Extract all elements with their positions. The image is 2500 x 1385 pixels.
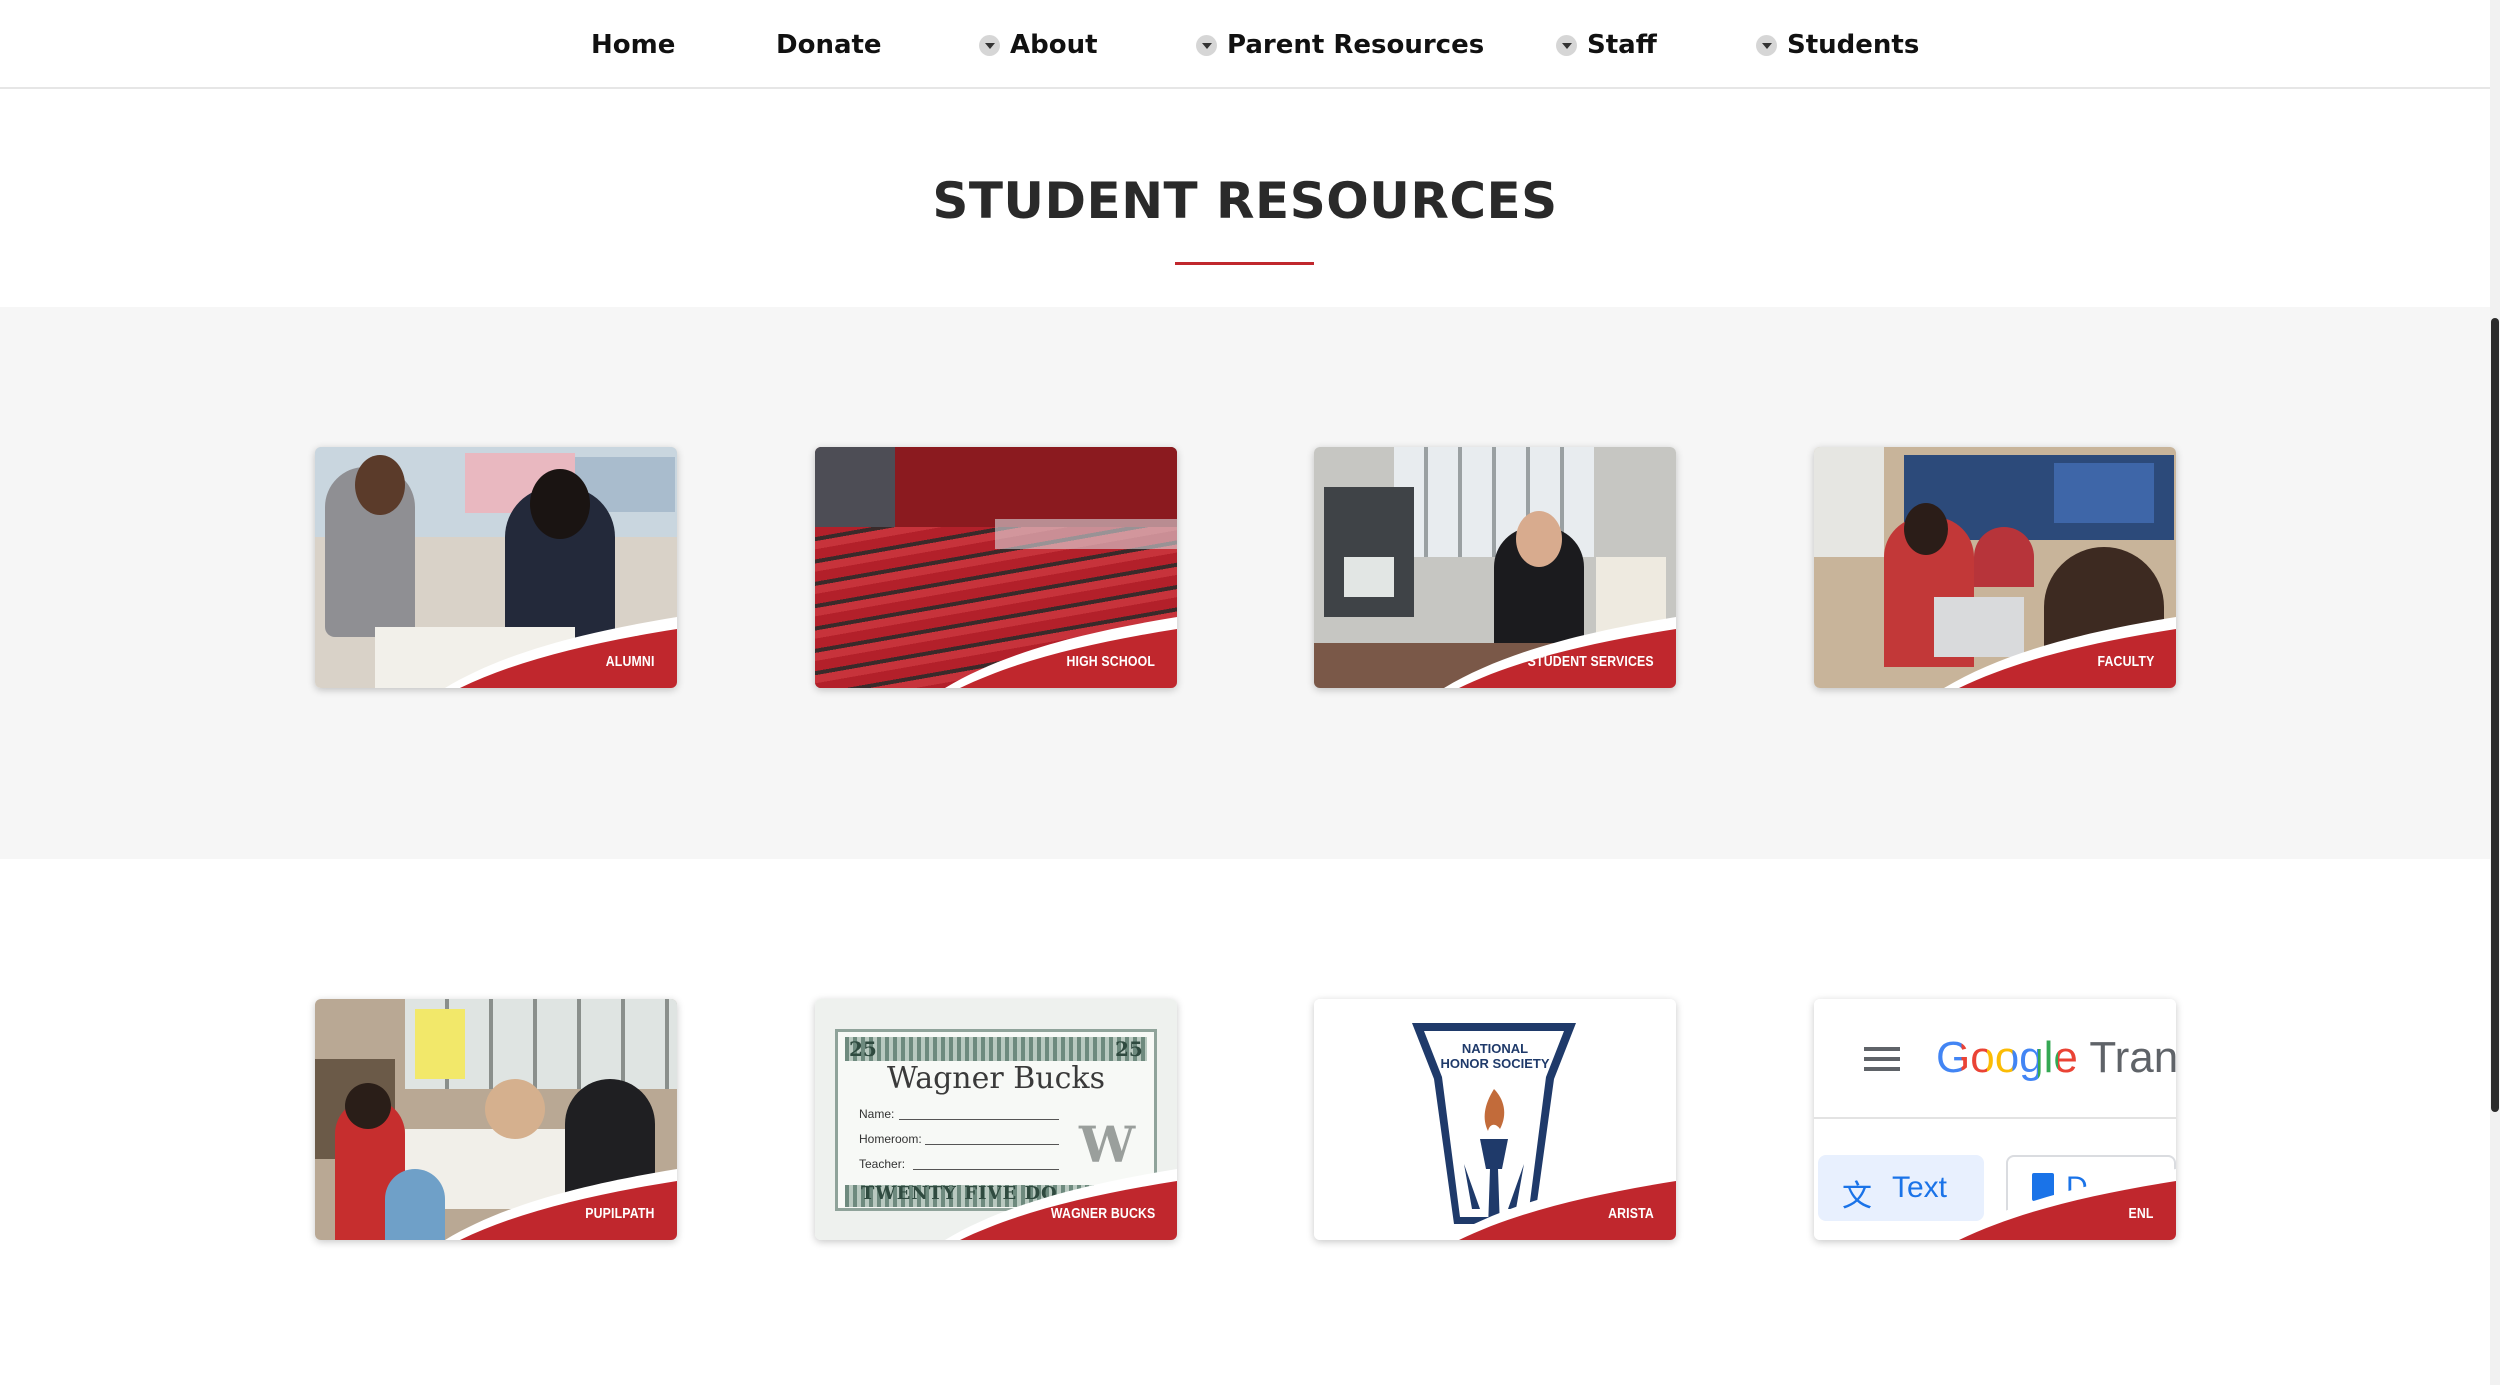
card-label: FACULTY xyxy=(2097,653,2154,670)
card-alumni[interactable]: ALUMNI xyxy=(315,447,677,688)
card-arista[interactable]: NATIONAL HONOR SOCIETY ARISTA xyxy=(1314,999,1676,1240)
top-navigation: Home Donate About Parent Resources Staff… xyxy=(0,0,2490,89)
red-swoosh xyxy=(1444,617,1676,688)
scrollbar-thumb[interactable] xyxy=(2491,318,2499,1112)
chevron-down-icon xyxy=(1556,34,1577,56)
card-pupilpath[interactable]: PUPILPATH xyxy=(315,999,677,1240)
red-swoosh xyxy=(445,1169,677,1240)
nav-students[interactable]: Students xyxy=(1756,28,1919,62)
card-label: ENL xyxy=(2128,1205,2154,1222)
chevron-down-icon xyxy=(1756,34,1777,56)
card-label: HIGH SCHOOL xyxy=(1066,653,1155,670)
nav-parent-resources[interactable]: Parent Resources xyxy=(1196,28,1484,62)
nav-staff[interactable]: Staff xyxy=(1556,28,1657,62)
nav-home-label: Home xyxy=(591,30,676,60)
nav-home[interactable]: Home xyxy=(591,28,675,62)
nav-about-label: About xyxy=(1010,30,1098,60)
red-swoosh xyxy=(945,617,1177,688)
nav-parent-resources-label: Parent Resources xyxy=(1227,30,1485,60)
card-label: PUPILPATH xyxy=(585,1205,655,1222)
nav-donate-label: Donate xyxy=(776,30,882,60)
nav-donate[interactable]: Donate xyxy=(776,28,882,62)
chevron-down-icon xyxy=(1196,34,1217,56)
red-swoosh xyxy=(945,1169,1177,1240)
card-label: WAGNER BUCKS xyxy=(1050,1205,1155,1222)
card-label: STUDENT SERVICES xyxy=(1527,653,1654,670)
nav-students-label: Students xyxy=(1787,30,1920,60)
card-enl[interactable]: Google Trans 文 Text D ENL xyxy=(1814,999,2176,1240)
card-high-school[interactable]: HIGH SCHOOL xyxy=(815,447,1177,688)
nav-staff-label: Staff xyxy=(1587,30,1657,60)
red-swoosh xyxy=(1944,1169,2176,1240)
red-swoosh xyxy=(445,617,677,688)
card-label: ALUMNI xyxy=(606,653,655,670)
card-wagner-bucks[interactable]: 25 25 Wagner Bucks Name: Homeroom: Teach… xyxy=(815,999,1177,1240)
chevron-down-icon xyxy=(979,34,1000,56)
red-swoosh xyxy=(1444,1169,1676,1240)
card-student-services[interactable]: STUDENT SERVICES xyxy=(1314,447,1676,688)
page-title: STUDENT RESOURCES xyxy=(932,172,1558,230)
nav-about[interactable]: About xyxy=(979,28,1098,62)
red-swoosh xyxy=(1944,617,2176,688)
title-underline xyxy=(1175,262,1314,265)
card-faculty[interactable]: FACULTY xyxy=(1814,447,2176,688)
card-label: ARISTA xyxy=(1608,1205,1654,1222)
